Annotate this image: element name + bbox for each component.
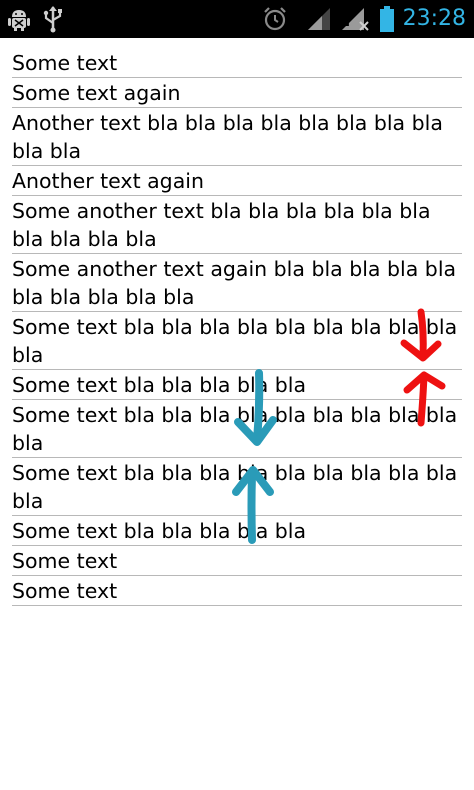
list-item[interactable]: Some text bla bla bla bla bla bla bla bl… [12, 458, 462, 516]
list-item[interactable]: Some text [12, 546, 462, 576]
text-list: Some text Some text again Another text bla… [12, 48, 462, 606]
list-item[interactable]: Some text [12, 48, 462, 78]
list-item[interactable]: Some another text bla bla bla bla bla bl… [12, 196, 462, 254]
signal-icon [308, 8, 330, 30]
app-screen: ? 23:28 Some text Some text again Another … [0, 0, 474, 790]
status-bar: ? 23:28 [0, 0, 474, 38]
list-item[interactable]: Some text bla bla bla bla bla bla bla bl… [12, 312, 462, 370]
svg-text:?: ? [343, 11, 353, 31]
android-debug-icon [8, 10, 30, 31]
list-item[interactable]: Some another text again bla bla bla bla … [12, 254, 462, 312]
list-item[interactable]: Another text again [12, 166, 462, 196]
list-item[interactable]: Some text bla bla bla bla bla [12, 370, 462, 400]
list-item[interactable]: Some text bla bla bla bla bla bla bla bl… [12, 400, 462, 458]
alarm-icon [264, 7, 286, 31]
status-clock: 23:28 [402, 6, 466, 31]
no-data-icon: ? [342, 8, 369, 31]
list-item[interactable]: Another text bla bla bla bla bla bla bla… [12, 108, 462, 166]
list-item[interactable]: Some text bla bla bla bla bla [12, 516, 462, 546]
usb-icon [43, 6, 62, 33]
battery-icon [380, 6, 394, 32]
list-item[interactable]: Some text [12, 576, 462, 606]
list-item[interactable]: Some text again [12, 78, 462, 108]
